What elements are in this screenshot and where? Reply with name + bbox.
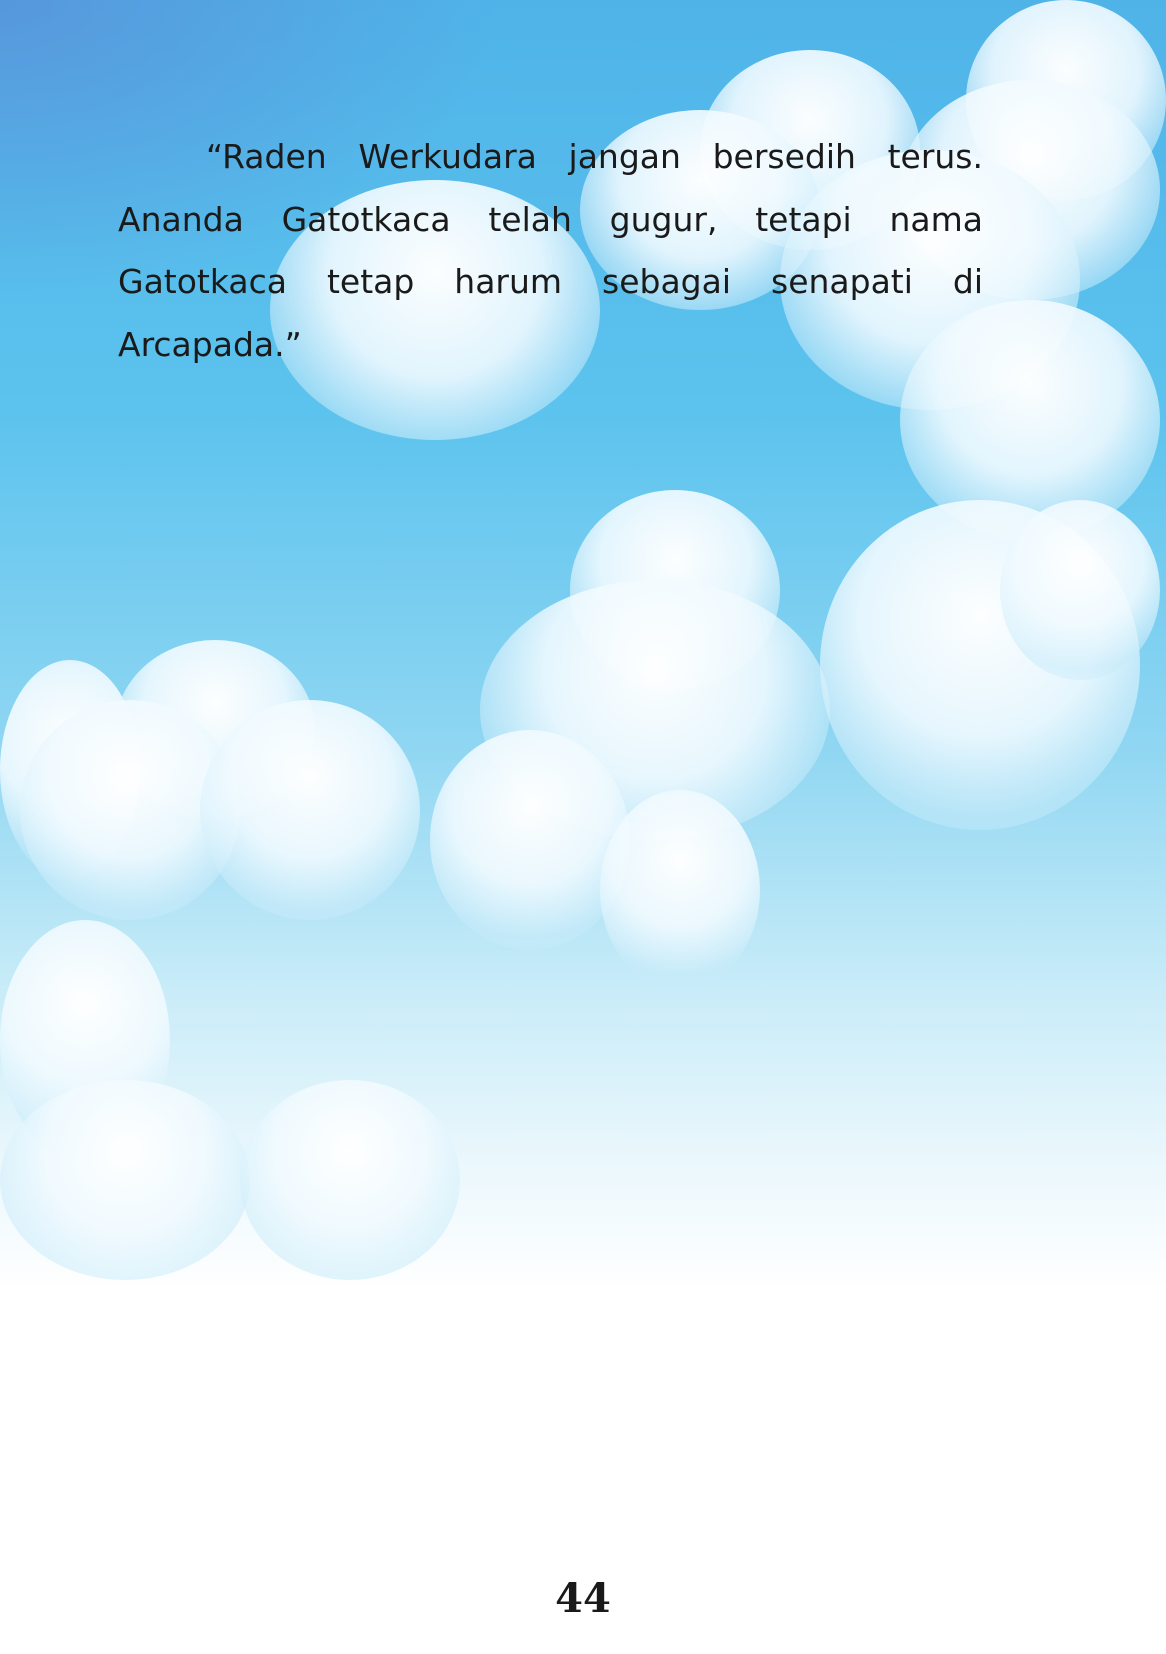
cloud: [600, 790, 760, 990]
page-number: 44: [555, 1575, 611, 1622]
cloud: [1000, 500, 1160, 680]
cloud: [200, 700, 420, 920]
story-paragraph: “Raden Werkudara jangan bersedih terus. …: [118, 137, 983, 364]
cloud: [430, 730, 630, 950]
story-text: “Raden Werkudara jangan bersedih terus. …: [118, 126, 983, 376]
cloud: [240, 1080, 460, 1280]
cloud: [0, 1080, 250, 1280]
